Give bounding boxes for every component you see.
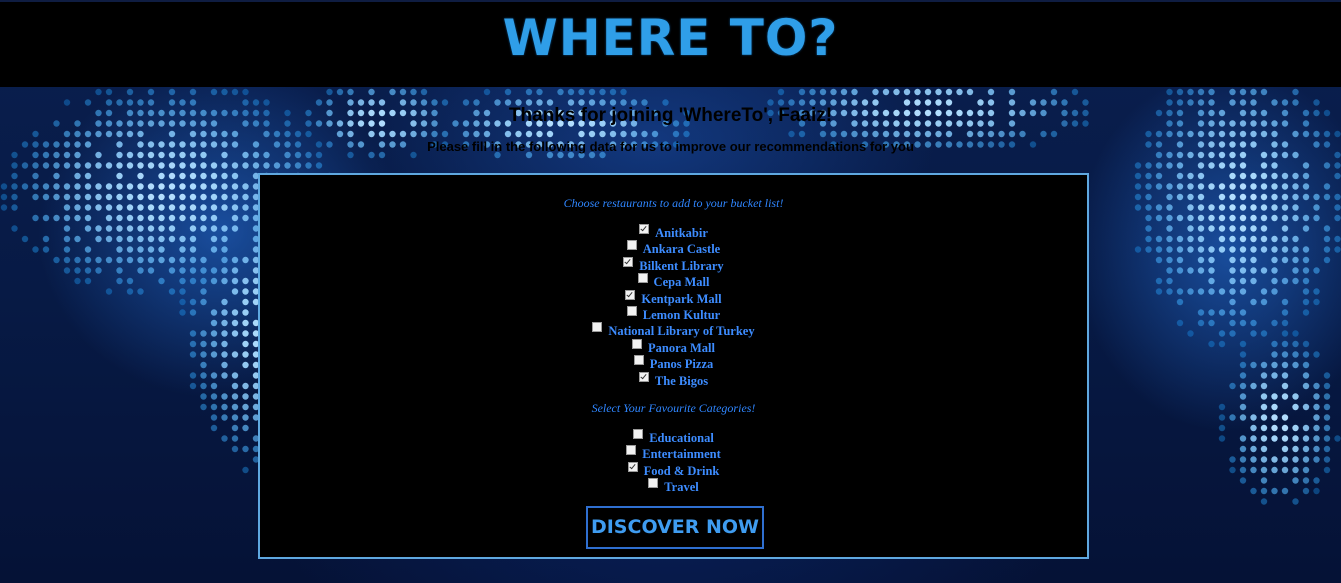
header-bar: WHERE TO? bbox=[0, 0, 1341, 87]
restaurants-section-title: Choose restaurants to add to your bucket… bbox=[563, 196, 784, 210]
restaurant-option[interactable]: Cepa Mall bbox=[260, 273, 1087, 289]
restaurant-checkbox[interactable] bbox=[626, 240, 637, 251]
welcome-subtitle: Please fill in the following data for us… bbox=[427, 139, 914, 154]
preferences-form: Choose restaurants to add to your bucket… bbox=[258, 173, 1089, 559]
category-option-label[interactable]: Entertainment bbox=[642, 447, 720, 461]
restaurant-option-label[interactable]: The Bigos bbox=[655, 374, 708, 388]
category-option[interactable]: Travel bbox=[260, 478, 1087, 494]
restaurant-option[interactable]: Lemon Kultur bbox=[260, 305, 1087, 322]
restaurant-checkbox[interactable] bbox=[625, 289, 636, 300]
restaurant-option-label[interactable]: Kentpark Mall bbox=[641, 292, 721, 306]
restaurant-option[interactable]: Ankara Castle bbox=[260, 240, 1087, 256]
category-option[interactable]: Food & Drink bbox=[260, 461, 1087, 478]
restaurant-option[interactable]: The Bigos bbox=[260, 371, 1087, 388]
restaurant-option-label[interactable]: Panora Mall bbox=[648, 341, 715, 355]
restaurant-option-label[interactable]: National Library of Turkey bbox=[608, 324, 754, 338]
discover-now-button[interactable]: DISCOVER NOW bbox=[586, 506, 764, 549]
restaurant-checkbox[interactable] bbox=[639, 224, 650, 234]
category-checkbox[interactable] bbox=[627, 461, 638, 472]
restaurant-checkbox[interactable] bbox=[637, 273, 648, 284]
restaurant-checkbox[interactable] bbox=[626, 305, 637, 316]
site-logo[interactable]: WHERE TO? bbox=[0, 10, 1341, 66]
restaurant-checkbox-list: Anitkabir Ankara Castle Bilkent Library Cep… bbox=[260, 224, 1087, 388]
restaurant-option[interactable]: Panos Pizza bbox=[260, 355, 1087, 371]
restaurant-option[interactable]: Anitkabir bbox=[260, 224, 1087, 240]
category-checkbox[interactable] bbox=[633, 429, 644, 439]
category-option-label[interactable]: Food & Drink bbox=[644, 464, 720, 478]
restaurant-option[interactable]: Panora Mall bbox=[260, 338, 1087, 355]
restaurant-option[interactable]: National Library of Turkey bbox=[260, 322, 1087, 338]
restaurant-option-label[interactable]: Bilkent Library bbox=[639, 259, 723, 273]
category-option[interactable]: Educational bbox=[260, 429, 1087, 445]
restaurant-checkbox[interactable] bbox=[638, 371, 649, 382]
restaurant-option-label[interactable]: Ankara Castle bbox=[643, 242, 720, 256]
restaurant-checkbox[interactable] bbox=[623, 256, 634, 267]
restaurant-option-label[interactable]: Anitkabir bbox=[655, 226, 708, 240]
categories-section-title: Select Your Favourite Categories! bbox=[591, 401, 756, 415]
restaurant-checkbox[interactable] bbox=[633, 355, 644, 366]
restaurant-option-label[interactable]: Lemon Kultur bbox=[643, 308, 720, 322]
category-checkbox[interactable] bbox=[626, 445, 637, 456]
restaurant-checkbox[interactable] bbox=[592, 322, 603, 333]
restaurant-checkbox[interactable] bbox=[631, 338, 642, 349]
restaurant-option-label[interactable]: Cepa Mall bbox=[654, 275, 710, 289]
category-option[interactable]: Entertainment bbox=[260, 445, 1087, 461]
restaurant-option-label[interactable]: Panos Pizza bbox=[650, 357, 714, 371]
category-checkbox-list: Educational Entertainment Food & Drink Trav… bbox=[260, 429, 1087, 495]
restaurant-option[interactable]: Bilkent Library bbox=[260, 256, 1087, 273]
restaurant-option[interactable]: Kentpark Mall bbox=[260, 289, 1087, 306]
category-checkbox[interactable] bbox=[648, 478, 659, 489]
welcome-heading: Thanks for joining 'WhereTo', Faaiz! bbox=[508, 105, 833, 126]
category-option-label[interactable]: Educational bbox=[649, 431, 714, 445]
category-option-label[interactable]: Travel bbox=[664, 480, 698, 494]
